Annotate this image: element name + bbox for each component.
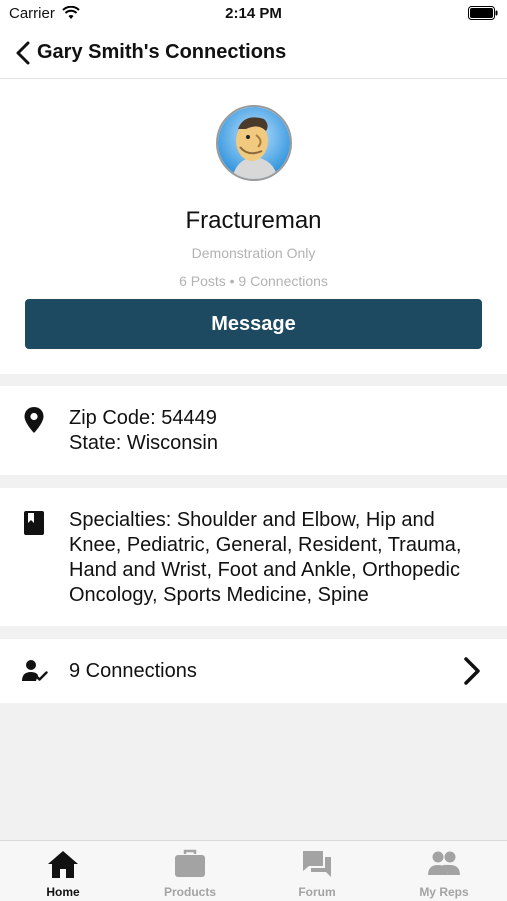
cartoon-avatar-icon — [218, 107, 290, 179]
avatar — [216, 105, 292, 181]
state: State: Wisconsin — [69, 432, 218, 454]
connections-label: 9 Connections — [69, 660, 197, 682]
profile-name: Fractureman — [185, 207, 322, 234]
zip-code: Zip Code: 54449 — [69, 407, 217, 429]
people-icon — [428, 851, 460, 875]
profile-subtitle: Demonstration Only — [191, 245, 316, 261]
navigation-bar: Gary Smith's Connections — [0, 28, 507, 79]
tab-home[interactable]: Home — [0, 841, 126, 901]
tab-products[interactable]: Products — [127, 841, 253, 901]
person-check-icon — [22, 660, 48, 681]
chevron-right-icon — [464, 657, 480, 685]
status-bar: Carrier 2:14 PM — [0, 0, 507, 28]
tab-forum[interactable]: Forum — [254, 841, 380, 901]
location-pin-icon — [24, 407, 44, 433]
message-button[interactable]: Message — [25, 299, 482, 349]
tab-my-reps[interactable]: My Reps — [381, 841, 507, 901]
tab-my-reps-label: My Reps — [419, 885, 469, 899]
home-icon — [48, 851, 78, 878]
specialties-card: Specialties: Shoulder and Elbow, Hip and… — [0, 488, 507, 626]
tab-forum-label: Forum — [298, 885, 336, 899]
book-icon — [24, 511, 44, 535]
location-info: Zip Code: 54449 State: Wisconsin — [69, 406, 218, 456]
battery-icon — [468, 6, 498, 20]
location-card: Zip Code: 54449 State: Wisconsin — [0, 386, 507, 475]
tab-products-label: Products — [163, 885, 216, 899]
specialties-text: Specialties: Shoulder and Elbow, Hip and… — [69, 509, 462, 606]
connections-row[interactable]: 9 Connections — [0, 639, 507, 703]
tab-bar: Home Products Forum My Reps — [0, 840, 507, 901]
profile-stats: 6 Posts • 9 Connections — [179, 273, 328, 289]
clock: 2:14 PM — [225, 5, 282, 22]
tab-home-label: Home — [46, 885, 80, 899]
forum-icon — [303, 851, 331, 877]
page-title: Gary Smith's Connections — [37, 41, 287, 63]
briefcase-icon — [175, 849, 205, 877]
back-chevron-icon[interactable] — [10, 39, 38, 67]
profile-header: Fractureman Demonstration Only 6 Posts •… — [0, 79, 507, 374]
